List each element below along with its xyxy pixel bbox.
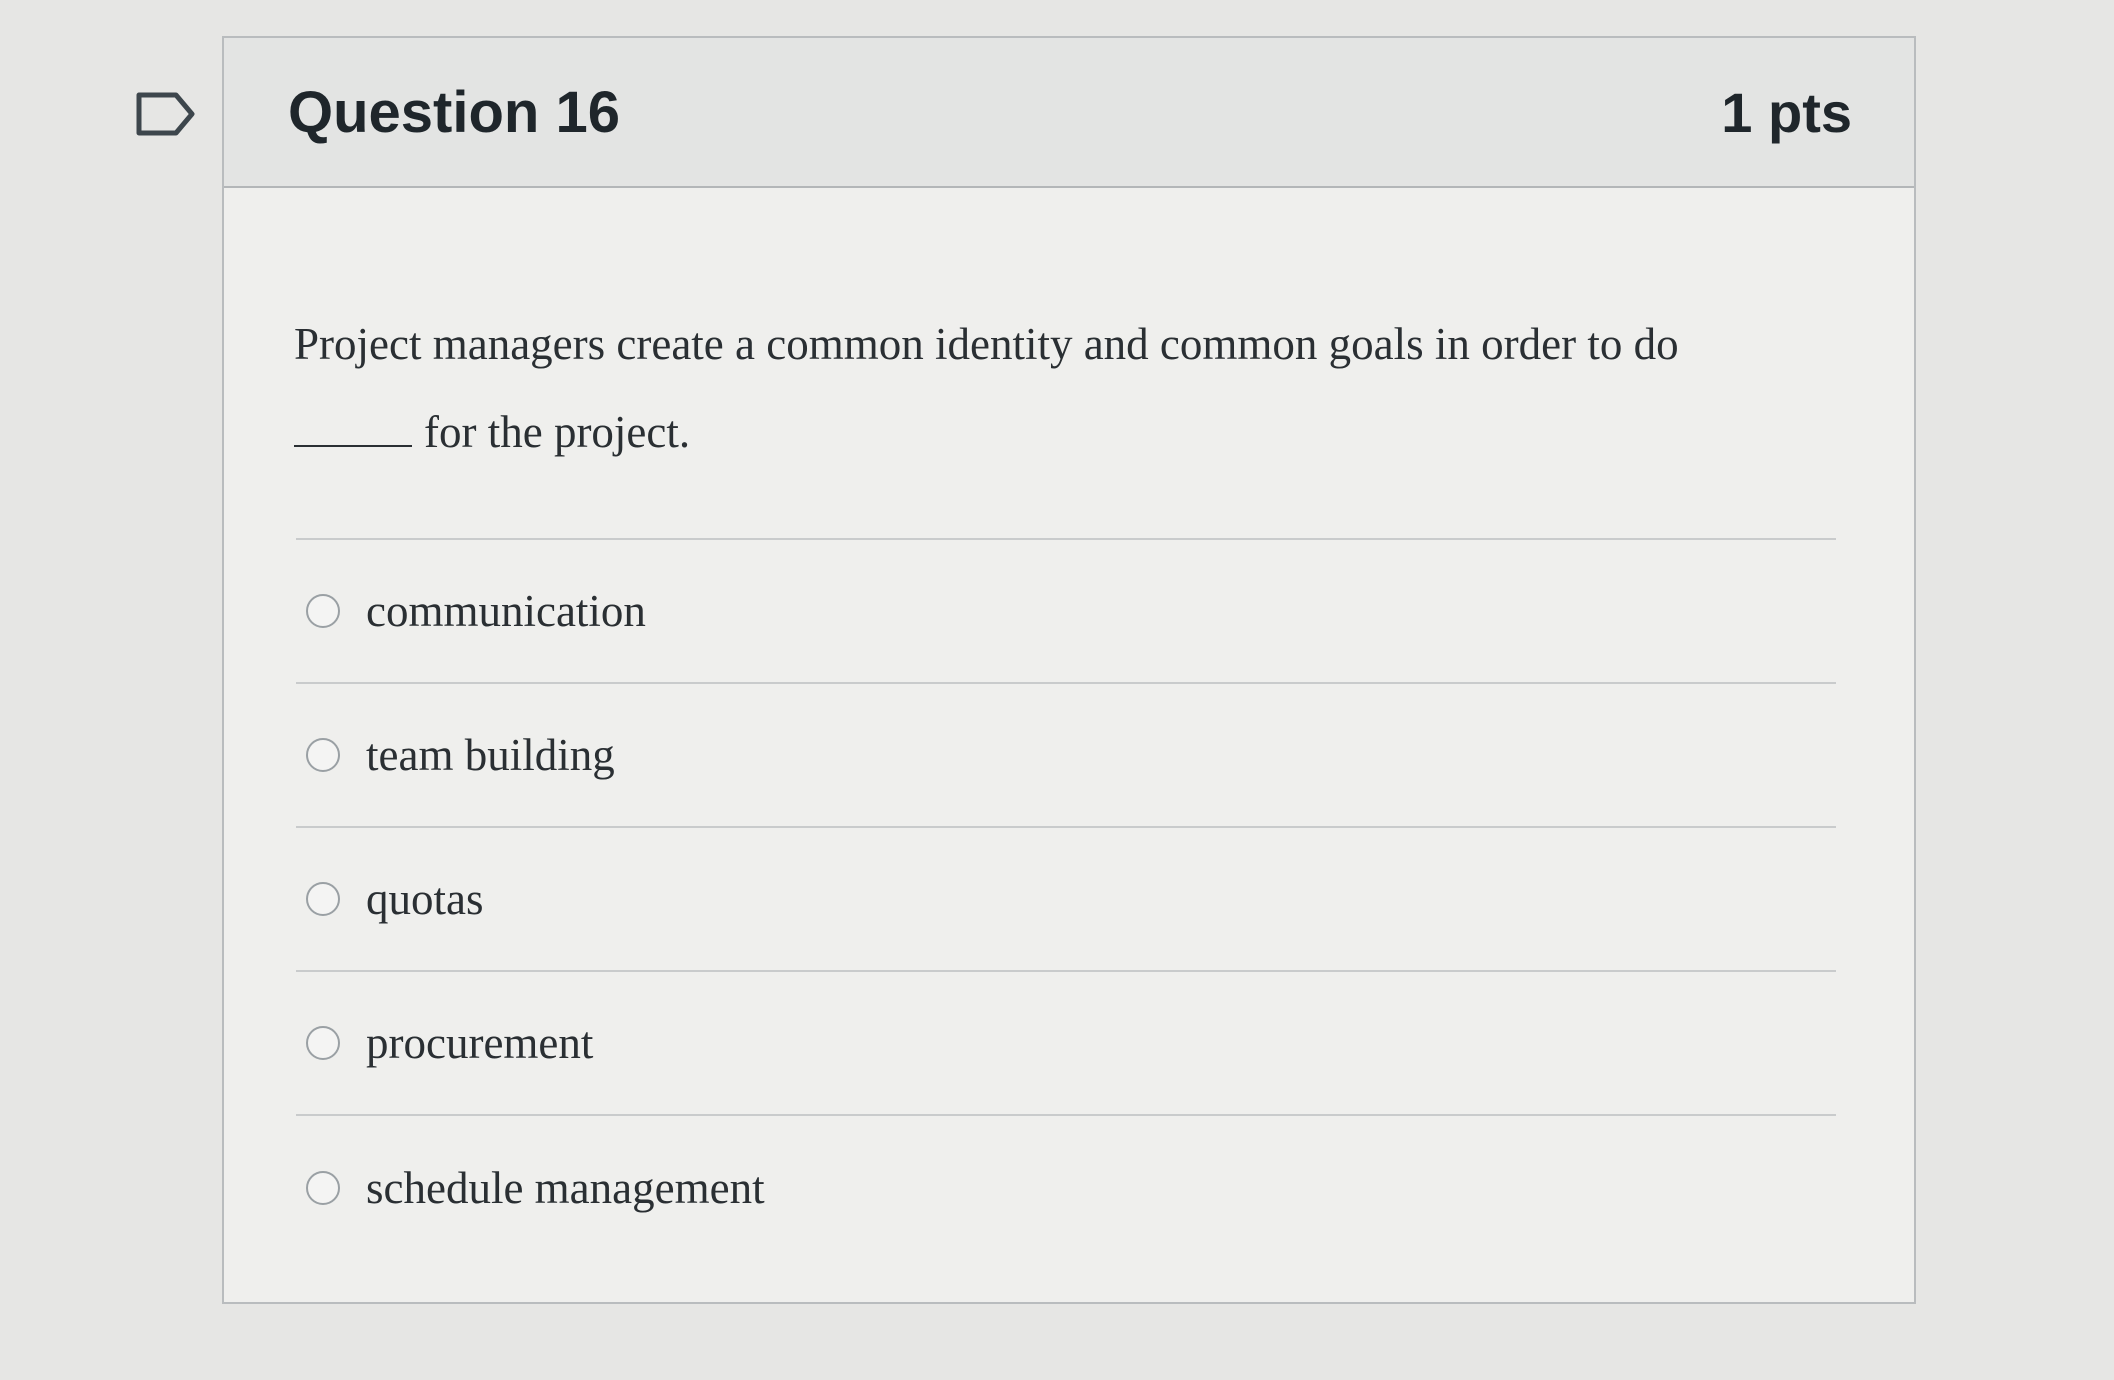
question-text: Project managers create a common identit… xyxy=(294,300,1834,476)
answer-label: procurement xyxy=(366,1018,594,1068)
radio-button[interactable] xyxy=(306,882,340,916)
answer-option-team-building[interactable]: team building xyxy=(296,684,1836,828)
answer-list: communication team building quotas procu… xyxy=(296,538,1836,1260)
answer-label: schedule management xyxy=(366,1163,765,1213)
answer-option-communication[interactable]: communication xyxy=(296,540,1836,684)
answer-option-quotas[interactable]: quotas xyxy=(296,828,1836,972)
fill-in-blank xyxy=(294,411,412,447)
answer-label: communication xyxy=(366,586,646,636)
answer-label: quotas xyxy=(366,874,484,924)
question-text-line-1: Project managers create a common identit… xyxy=(294,319,1679,369)
radio-button[interactable] xyxy=(306,738,340,772)
answer-option-procurement[interactable]: procurement xyxy=(296,972,1836,1116)
question-header: Question 16 1 pts xyxy=(224,38,1914,188)
question-text-line-2-text: for the project. xyxy=(424,407,691,457)
answer-option-schedule-management[interactable]: schedule management xyxy=(296,1116,1836,1260)
radio-button[interactable] xyxy=(306,1171,340,1205)
radio-button[interactable] xyxy=(306,594,340,628)
bookmark-flag-icon[interactable] xyxy=(136,92,196,136)
question-points: 1 pts xyxy=(1721,80,1852,144)
radio-button[interactable] xyxy=(306,1026,340,1060)
question-title: Question 16 xyxy=(288,79,620,145)
question-card: Question 16 1 pts Project managers creat… xyxy=(222,36,1916,1304)
answer-label: team building xyxy=(366,730,615,780)
question-text-line-2: for the project. xyxy=(294,388,1834,476)
